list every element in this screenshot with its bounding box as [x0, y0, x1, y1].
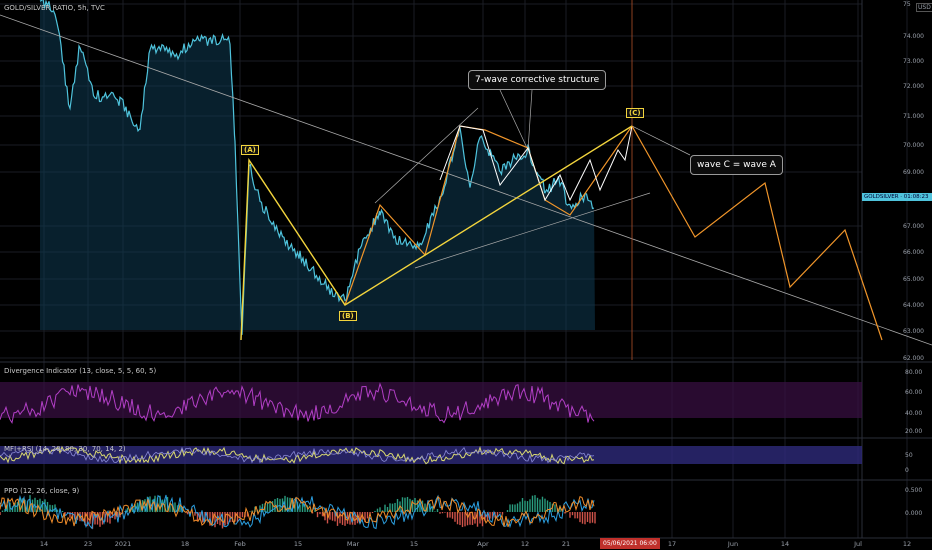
div-axis-60: 60.00 — [905, 389, 923, 396]
currency-label[interactable]: USD — [916, 3, 932, 12]
ppo-axis-0500: 0.500 — [905, 487, 923, 494]
price-axis-label: 62.000 — [903, 355, 924, 362]
time-axis-label: 23 — [83, 540, 93, 548]
div-axis-80: 80.00 — [905, 369, 923, 376]
time-axis-label: 12 — [902, 540, 912, 548]
chart-window[interactable]: GOLD/SILVER RATIO, 5h, TVC USD 75 74.000 7… — [0, 0, 932, 550]
ppo-axis-0000: 0.000 — [905, 510, 923, 517]
divergence-band — [0, 382, 862, 418]
time-axis-label: 18 — [180, 540, 190, 548]
wave-equality-note[interactable]: wave C = wave A — [690, 155, 783, 175]
wave-c-label[interactable]: (C) — [626, 108, 644, 118]
price-axis-label: 65.000 — [903, 276, 924, 283]
mfi-axis-50: 50 — [905, 452, 913, 459]
price-axis-label: 63.000 — [903, 328, 924, 335]
mfi-axis-0: 0 — [905, 467, 909, 474]
price-axis-label: 72.000 — [903, 83, 924, 90]
time-axis-label: 15 — [409, 540, 419, 548]
div-axis-40: 40.00 — [905, 410, 923, 417]
price-tag: GOLDSILVER · 01:08:23 — [862, 193, 932, 201]
symbol-title: GOLD/SILVER RATIO, 5h, TVC — [4, 4, 105, 12]
mfi-rsi-title[interactable]: MFI+RSI (14, 20, 80, 30, 70, 14, 2) — [4, 445, 126, 453]
wave-b-label[interactable]: (B) — [339, 311, 357, 321]
note-pointer — [499, 89, 533, 151]
time-axis-label: 14 — [39, 540, 49, 548]
cursor-time-badge: 05/06/2021 06:00 — [600, 538, 660, 549]
chart-canvas[interactable] — [0, 0, 932, 550]
time-axis-label: Feb — [234, 540, 246, 548]
price-axis-label: 66.000 — [903, 249, 924, 256]
div-axis-20: 20.00 — [905, 428, 923, 435]
time-axis-label: Apr — [477, 540, 489, 548]
wave-a-label[interactable]: (A) — [241, 145, 259, 155]
time-axis-label: 15 — [293, 540, 303, 548]
time-axis-label: 14 — [780, 540, 790, 548]
time-axis-label: Jun — [727, 540, 739, 548]
price-axis-label: 75 — [903, 1, 911, 8]
price-axis-label: 69.000 — [903, 169, 924, 176]
price-axis-label: 73.000 — [903, 58, 924, 65]
price-axis-label: 71.000 — [903, 113, 924, 120]
structure-note[interactable]: 7-wave corrective structure — [468, 70, 607, 90]
price-axis-label: 74.000 — [903, 33, 924, 40]
time-axis-label: Jul — [854, 540, 862, 548]
ppo-title[interactable]: PPO (12, 26, close, 9) — [4, 487, 79, 495]
price-axis-label: 67.000 — [903, 223, 924, 230]
time-axis-label: 12 — [520, 540, 530, 548]
time-axis-label: 21 — [561, 540, 571, 548]
price-axis-label: 64.000 — [903, 302, 924, 309]
price-axis-label: 70.000 — [903, 142, 924, 149]
time-axis-label: 17 — [667, 540, 677, 548]
time-axis-label: 2021 — [114, 540, 132, 548]
time-axis-label: Mar — [346, 540, 360, 548]
divergence-title[interactable]: Divergence Indicator (13, close, 5, 5, 6… — [4, 367, 156, 375]
